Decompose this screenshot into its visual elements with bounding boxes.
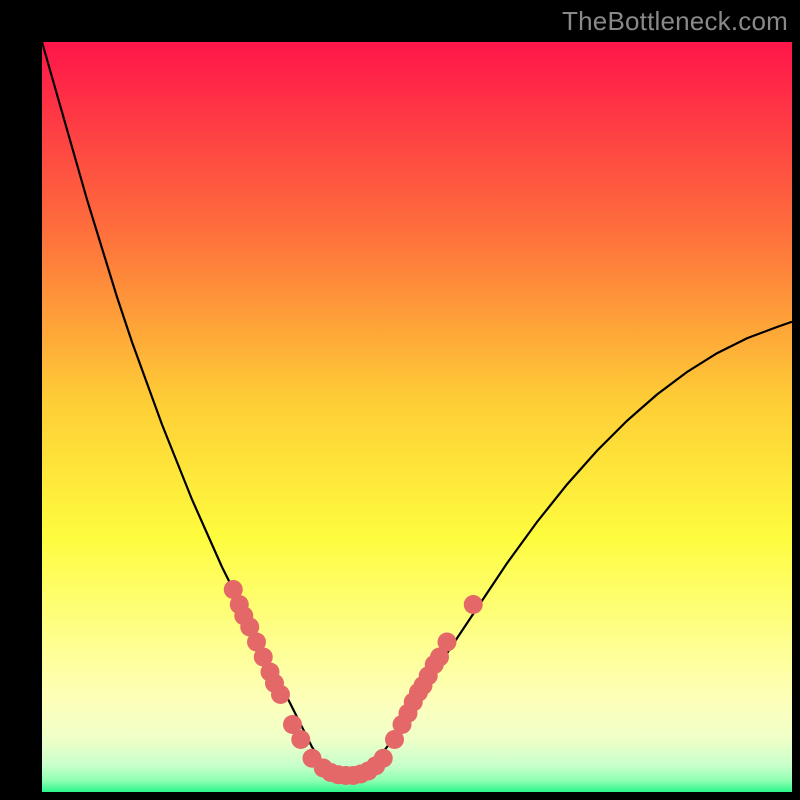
data-marker — [464, 595, 483, 614]
plot-area — [42, 42, 792, 792]
chart-svg — [42, 42, 792, 792]
data-marker — [374, 749, 393, 768]
data-marker — [438, 633, 457, 652]
data-marker — [271, 685, 290, 704]
data-marker — [291, 730, 310, 749]
chart-frame: TheBottleneck.com — [0, 0, 800, 800]
watermark-text: TheBottleneck.com — [562, 6, 788, 37]
